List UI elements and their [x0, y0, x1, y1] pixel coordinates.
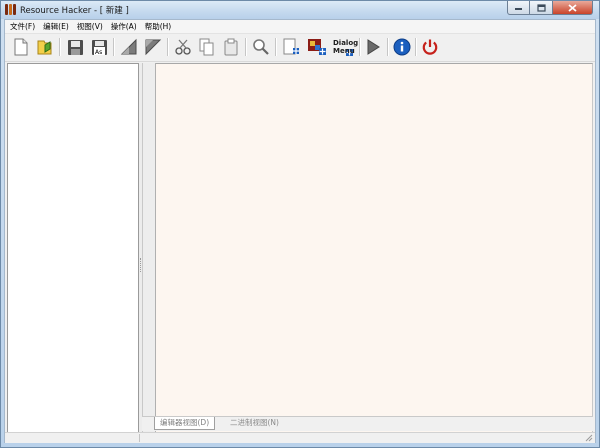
- close-button[interactable]: [553, 1, 593, 15]
- add-image-icon: [308, 39, 326, 55]
- tab-binary-view[interactable]: 二进制视图(N): [225, 417, 284, 430]
- line-number-gutter: [142, 63, 156, 433]
- app-icon: [5, 4, 16, 15]
- minimize-icon: [515, 7, 522, 10]
- save-as-icon: As: [91, 39, 107, 56]
- view-tabs: 编辑器视图(D) 二进制视图(N): [142, 416, 593, 431]
- minimize-button[interactable]: [507, 1, 530, 15]
- svg-text:As: As: [95, 49, 102, 56]
- open-button[interactable]: [35, 37, 55, 57]
- copy-button[interactable]: [197, 37, 217, 57]
- client-area: 文件(F) 编辑(E) 视图(V) 操作(A) 帮助(H) As Dialog …: [4, 19, 596, 443]
- resource-tree-pane[interactable]: [7, 63, 139, 433]
- window-title: Resource Hacker - [ 新建 ]: [20, 6, 129, 16]
- find-icon: [253, 39, 269, 55]
- save-as-button[interactable]: As: [89, 37, 109, 57]
- dialog-menu-label: Dialog Menu: [333, 39, 359, 55]
- status-bar: [5, 432, 595, 443]
- maximize-icon: [536, 3, 546, 12]
- menu-bar: 文件(F) 编辑(E) 视图(V) 操作(A) 帮助(H): [5, 20, 595, 34]
- toolbar: As Dialog Menu: [5, 34, 595, 62]
- menu-view[interactable]: 视图(V): [73, 20, 107, 33]
- info-icon: [393, 38, 411, 56]
- add-resource-button[interactable]: [281, 37, 301, 57]
- copy-icon: [199, 38, 214, 56]
- menu-file[interactable]: 文件(F): [5, 20, 39, 33]
- back-button[interactable]: [119, 37, 139, 57]
- save-button[interactable]: [65, 37, 85, 57]
- new-file-icon: [14, 38, 28, 56]
- app-window: Resource Hacker - [ 新建 ] 文件(F) 编辑(E) 视图(…: [0, 0, 600, 448]
- paste-icon: [224, 38, 238, 56]
- find-button[interactable]: [251, 37, 271, 57]
- cut-button[interactable]: [173, 37, 193, 57]
- cut-icon: [175, 39, 191, 55]
- paste-button[interactable]: [221, 37, 241, 57]
- window-controls: [507, 1, 593, 15]
- about-button[interactable]: [392, 37, 412, 57]
- add-image-button[interactable]: [307, 37, 327, 57]
- size-grip-icon[interactable]: [585, 434, 593, 442]
- compile-run-icon: [367, 39, 380, 55]
- save-icon: [67, 39, 83, 55]
- maximize-button[interactable]: [530, 1, 553, 15]
- menu-edit[interactable]: 编辑(E): [39, 20, 73, 33]
- editor-pane[interactable]: [156, 63, 593, 433]
- power-icon: [422, 39, 438, 55]
- add-resource-icon: [283, 38, 299, 55]
- back-icon: [120, 38, 137, 55]
- menu-help[interactable]: 帮助(H): [141, 20, 176, 33]
- compile-run-button[interactable]: [363, 37, 383, 57]
- tab-editor-view[interactable]: 编辑器视图(D): [154, 417, 216, 430]
- open-file-icon: [37, 40, 52, 55]
- forward-button[interactable]: [143, 37, 163, 57]
- status-divider: [139, 434, 140, 442]
- close-icon: [568, 3, 577, 12]
- menu-action[interactable]: 操作(A): [107, 20, 141, 33]
- exit-button[interactable]: [420, 37, 440, 57]
- title-bar[interactable]: Resource Hacker - [ 新建 ]: [1, 1, 599, 19]
- forward-icon: [145, 39, 162, 56]
- new-button[interactable]: [11, 37, 31, 57]
